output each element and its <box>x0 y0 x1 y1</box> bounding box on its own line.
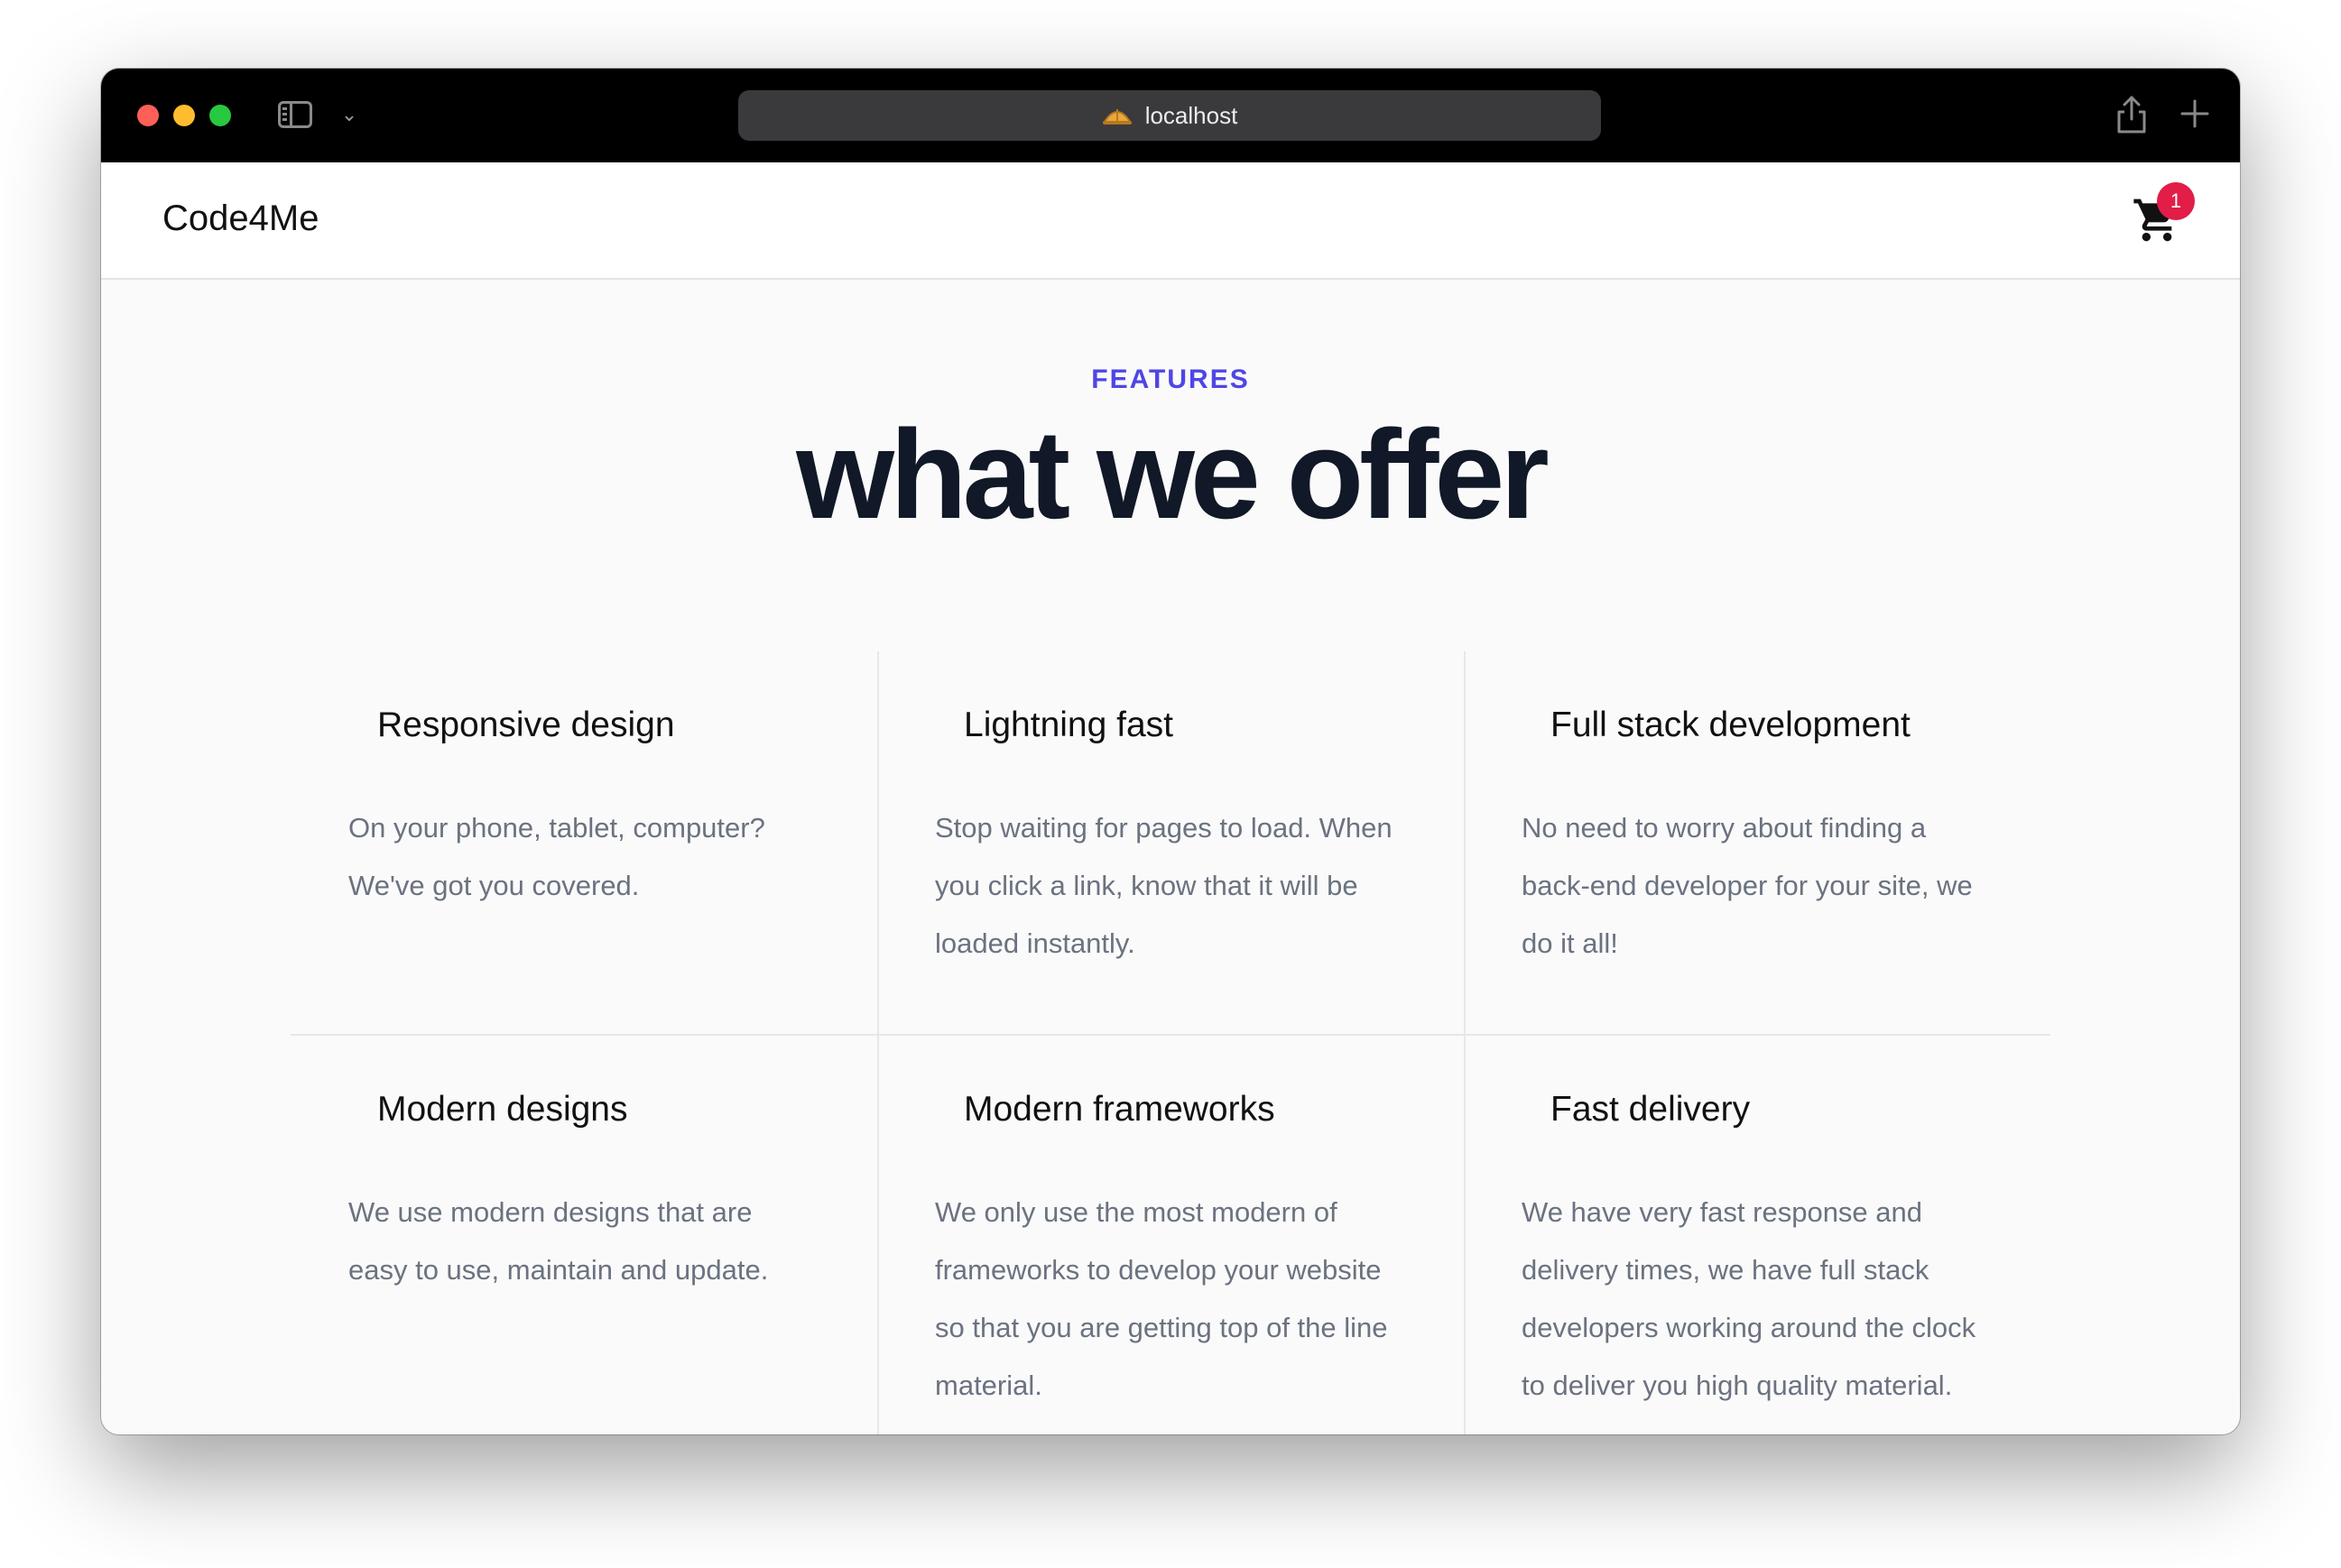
feature-title: Full stack development <box>1550 706 1911 744</box>
browser-titlebar: ⌄ localhost <box>101 69 2240 162</box>
url-text: localhost <box>1144 101 1238 129</box>
section-title: what we offer <box>796 403 1550 545</box>
section-eyebrow: FEATURES <box>1091 364 1250 394</box>
feature-description: We have very fast response and delivery … <box>1522 1196 1976 1401</box>
site-favicon-icon <box>1102 109 1132 125</box>
minimize-window-button[interactable] <box>173 105 195 126</box>
feature-description: Stop waiting for pages to load. When you… <box>935 812 1393 959</box>
site-logo[interactable]: Code4Me <box>162 198 319 239</box>
close-window-button[interactable] <box>137 105 159 126</box>
feature-title: Lightning fast <box>964 706 1174 744</box>
features-grid: Responsive design On your phone, tablet,… <box>291 651 2050 1434</box>
feature-title: Responsive design <box>377 706 675 744</box>
site-navbar: Code4Me 1 <box>101 162 2240 280</box>
chevron-down-icon[interactable]: ⌄ <box>338 103 361 126</box>
feature-description: We only use the most modern of framework… <box>935 1196 1388 1401</box>
browser-window: ⌄ localhost Code4Me 1 FEATURES what we o… <box>101 69 2240 1434</box>
grid-divider <box>1464 651 1466 1434</box>
cart-count-badge: 1 <box>2157 182 2195 220</box>
share-icon[interactable] <box>2114 94 2150 135</box>
zoom-window-button[interactable] <box>209 105 231 126</box>
features-section: FEATURES what we offer Responsive design… <box>101 281 2240 1434</box>
feature-description: No need to worry about finding a back-en… <box>1522 812 1973 959</box>
feature-description: We use modern designs that are easy to u… <box>348 1196 769 1286</box>
feature-title: Fast delivery <box>1550 1090 1751 1129</box>
feature-description: On your phone, tablet, computer? We've g… <box>348 812 765 901</box>
address-bar[interactable]: localhost <box>738 90 1601 141</box>
grid-divider <box>877 651 879 1434</box>
new-tab-icon[interactable] <box>2177 96 2213 132</box>
feature-title: Modern designs <box>377 1090 628 1129</box>
grid-divider <box>291 1034 2050 1036</box>
feature-title: Modern frameworks <box>964 1090 1275 1129</box>
sidebar-toggle-icon[interactable] <box>278 101 312 128</box>
